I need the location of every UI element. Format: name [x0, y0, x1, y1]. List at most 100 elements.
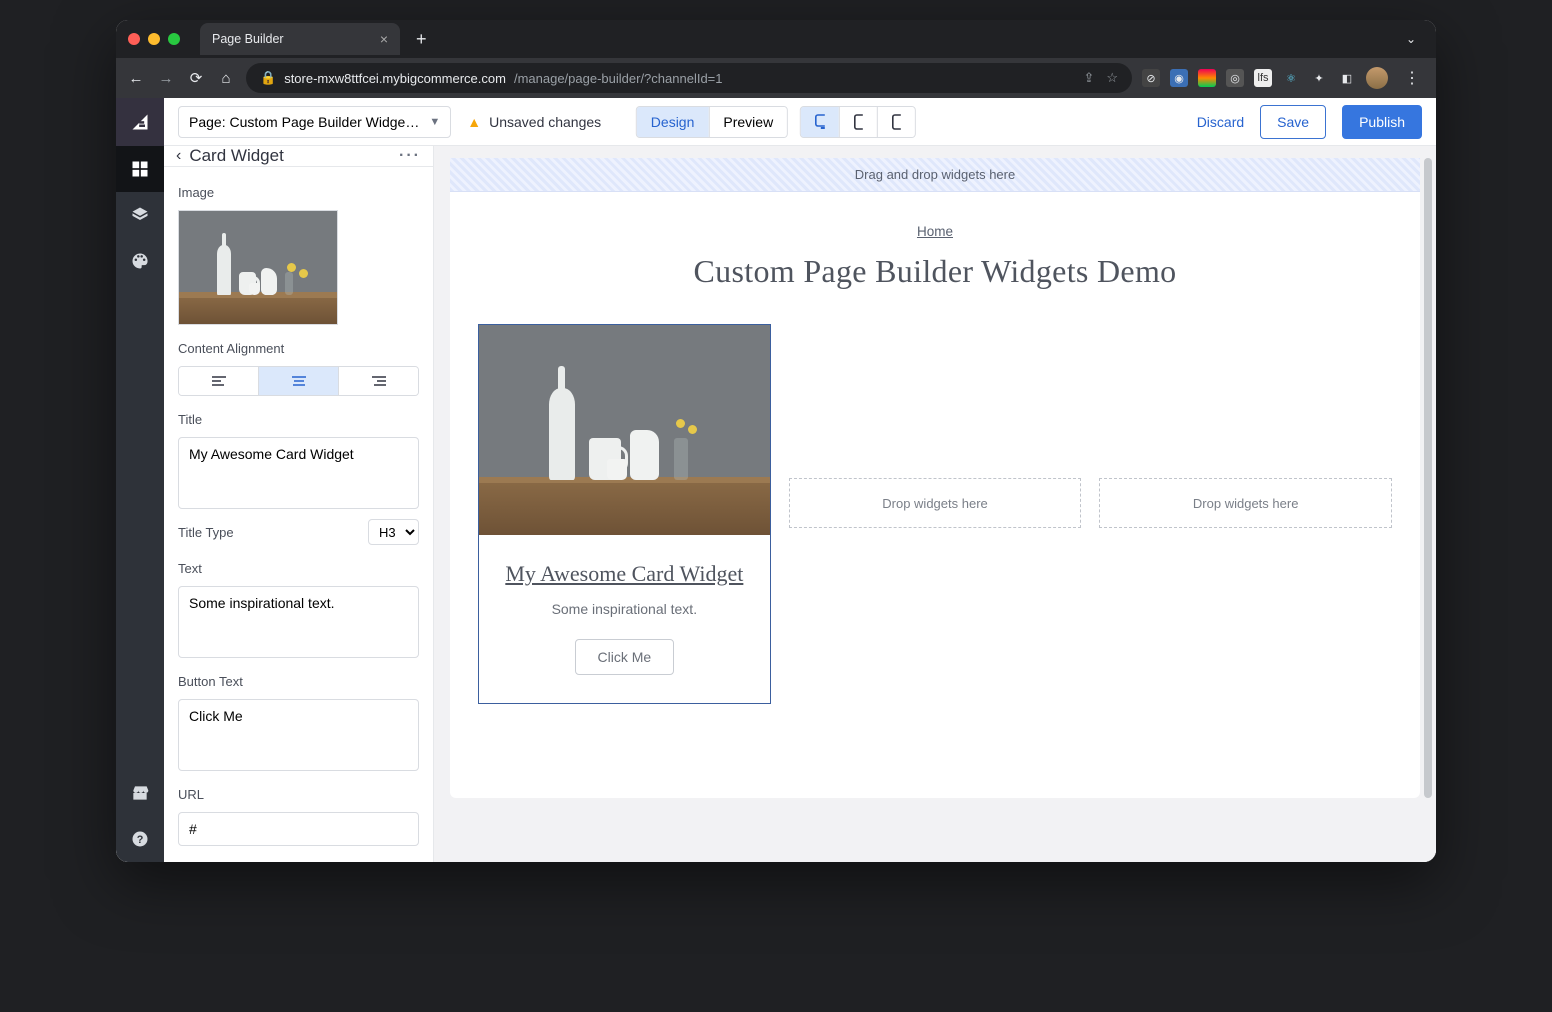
column-2: Drop widgets here [789, 324, 1082, 704]
reload-icon[interactable]: ⟳ [186, 69, 206, 87]
left-rail: ? [116, 98, 164, 862]
breadcrumb-home[interactable]: Home [917, 224, 953, 239]
preview-tab[interactable]: Preview [708, 107, 787, 137]
desktop-view[interactable] [801, 107, 839, 137]
mode-toggle: Design Preview [636, 106, 788, 138]
unsaved-indicator: ▲ Unsaved changes [467, 114, 601, 130]
panel-body: Image Content Alignment Title [164, 167, 433, 862]
panel-title: Card Widget [189, 146, 283, 166]
url-host: store-mxw8ttfcei.mybigcommerce.com [284, 71, 506, 86]
tab-title: Page Builder [212, 32, 284, 46]
column-1: My Awesome Card Widget Some inspirationa… [478, 324, 771, 704]
text-input[interactable] [178, 586, 419, 658]
column-3: Drop widgets here [1099, 324, 1392, 704]
tabs-dropdown-icon[interactable]: ⌄ [1398, 32, 1424, 46]
card-body: My Awesome Card Widget Some inspirationa… [479, 535, 770, 703]
text-label: Text [178, 561, 419, 576]
align-left-icon [211, 375, 227, 387]
image-thumbnail[interactable] [178, 210, 338, 325]
new-tab-button[interactable]: + [408, 29, 435, 50]
ext-icon-1[interactable]: ⊘ [1142, 69, 1160, 87]
image-label: Image [178, 185, 419, 200]
discard-button[interactable]: Discard [1197, 114, 1244, 130]
rail-layers[interactable] [116, 192, 164, 238]
star-icon[interactable]: ☆ [1106, 70, 1118, 86]
ext-icon-4[interactable]: ◎ [1226, 69, 1244, 87]
layers-icon [130, 205, 150, 225]
storefront-icon [130, 783, 150, 803]
topbar: Page: Custom Page Builder Widge… ▼ ▲ Uns… [164, 98, 1436, 146]
title-type-select[interactable]: H3 [368, 519, 419, 545]
title-label: Title [178, 412, 419, 427]
card-title[interactable]: My Awesome Card Widget [497, 561, 752, 587]
minimize-window-icon[interactable] [148, 33, 160, 45]
alignment-group [178, 366, 419, 396]
ext-icon-6[interactable]: ⚛ [1282, 69, 1300, 87]
page-canvas: Drag and drop widgets here Home Custom P… [450, 158, 1420, 798]
rail-widgets[interactable] [116, 146, 164, 192]
ext-icon-2[interactable]: ◉ [1170, 69, 1188, 87]
button-text-input[interactable] [178, 699, 419, 771]
align-right[interactable] [338, 367, 418, 395]
maximize-window-icon[interactable] [168, 33, 180, 45]
mobile-view[interactable] [877, 107, 915, 137]
card-widget[interactable]: My Awesome Card Widget Some inspirationa… [478, 324, 771, 704]
app-logo[interactable] [116, 98, 164, 146]
breadcrumb: Home [478, 224, 1392, 239]
share-icon[interactable]: ⇪ [1083, 70, 1094, 86]
tab-close-icon[interactable]: × [380, 31, 388, 47]
url-path: /manage/page-builder/?channelId=1 [514, 71, 723, 86]
title-input[interactable] [178, 437, 419, 509]
ext-icon-3[interactable] [1198, 69, 1216, 87]
panel-back-icon[interactable]: ‹ [176, 147, 181, 165]
publish-button[interactable]: Publish [1342, 105, 1422, 139]
url-input[interactable] [178, 812, 419, 846]
rail-help[interactable]: ? [116, 816, 164, 862]
save-button[interactable]: Save [1260, 105, 1326, 139]
panel-header: ‹ Card Widget ··· [164, 146, 433, 167]
main: Page: Custom Page Builder Widge… ▼ ▲ Uns… [164, 98, 1436, 862]
align-left[interactable] [179, 367, 258, 395]
dropzone-label: Drop widgets here [1193, 496, 1299, 511]
canvas-area: Drag and drop widgets here Home Custom P… [434, 146, 1436, 862]
settings-panel: ‹ Card Widget ··· Image Content Alignmen… [164, 146, 434, 862]
extensions-menu-icon[interactable]: ✦ [1310, 69, 1328, 87]
window-controls [128, 33, 180, 45]
profile-avatar[interactable] [1366, 67, 1388, 89]
palette-icon [130, 251, 150, 271]
align-center-icon [291, 375, 307, 387]
rail-store[interactable] [116, 770, 164, 816]
app: ? Page: Custom Page Builder Widge… ▼ ▲ U… [116, 98, 1436, 862]
extensions: ⊘ ◉ ◎ lfs ⚛ ✦ ◧ ⋮ [1142, 67, 1426, 89]
title-type-label: Title Type [178, 525, 234, 540]
url-field[interactable]: 🔒 store-mxw8ttfcei.mybigcommerce.com/man… [246, 63, 1132, 93]
dropzone-label: Drop widgets here [882, 496, 988, 511]
home-icon[interactable]: ⌂ [216, 70, 236, 87]
svg-text:?: ? [137, 834, 144, 846]
mobile-icon [892, 114, 901, 130]
close-window-icon[interactable] [128, 33, 140, 45]
tablet-view[interactable] [839, 107, 877, 137]
align-center[interactable] [258, 367, 338, 395]
card-button[interactable]: Click Me [575, 639, 675, 675]
card-text: Some inspirational text. [497, 601, 752, 617]
panel-more-icon[interactable]: ··· [399, 147, 421, 165]
design-tab[interactable]: Design [637, 107, 709, 137]
help-icon: ? [130, 829, 150, 849]
url-label: URL [178, 787, 419, 802]
browser-menu-icon[interactable]: ⋮ [1398, 68, 1426, 88]
columns: My Awesome Card Widget Some inspirationa… [478, 324, 1392, 704]
page-selector[interactable]: Page: Custom Page Builder Widge… ▼ [178, 106, 451, 138]
top-dropzone[interactable]: Drag and drop widgets here [450, 158, 1420, 192]
sidepanel-icon[interactable]: ◧ [1338, 69, 1356, 87]
dropzone-col-3[interactable]: Drop widgets here [1099, 478, 1392, 528]
dropzone-col-2[interactable]: Drop widgets here [789, 478, 1082, 528]
ext-icon-5[interactable]: lfs [1254, 69, 1272, 87]
desktop-icon [815, 114, 825, 130]
back-icon[interactable]: ← [126, 70, 146, 87]
rail-theme[interactable] [116, 238, 164, 284]
canvas-scrollbar[interactable] [1424, 158, 1432, 798]
forward-icon: → [156, 70, 176, 87]
card-image [479, 325, 770, 535]
browser-tab[interactable]: Page Builder × [200, 23, 400, 55]
